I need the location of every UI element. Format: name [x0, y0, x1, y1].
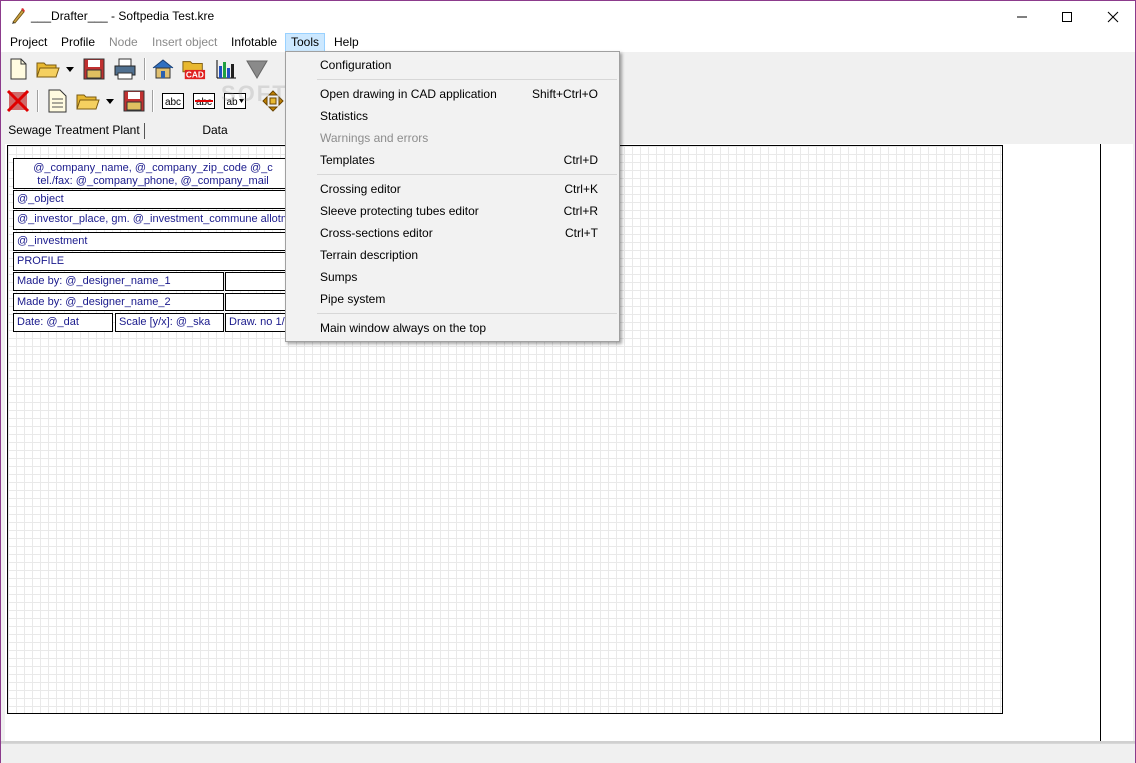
menu-item-cross-sections-editor[interactable]: Cross-sections editor Ctrl+T [287, 222, 618, 244]
title-block-scale[interactable]: Scale [y/x]: @_ska [115, 313, 224, 332]
minimize-icon[interactable] [999, 1, 1045, 32]
open-folder-icon[interactable] [76, 89, 100, 113]
menu-item-shortcut: Ctrl+K [564, 182, 598, 196]
toolbar-separator [152, 90, 154, 112]
title-block-designer-1[interactable]: Made by: @_designer_name_1 [13, 272, 224, 291]
status-bar [1, 743, 1135, 763]
menu-item-label: Warnings and errors [320, 131, 429, 145]
title-block-drawing-number[interactable]: Draw. no 1/ [225, 313, 293, 332]
svg-text:abc: abc [196, 97, 212, 108]
canvas-scroll-edge [1100, 144, 1101, 743]
menu-item-label: Crossing editor [320, 182, 401, 196]
document-icon[interactable] [45, 89, 69, 113]
tab-sewage-treatment-plant[interactable]: Sewage Treatment Plant [5, 121, 143, 140]
home-icon[interactable] [151, 57, 175, 81]
menu-node[interactable]: Node [103, 33, 144, 52]
menu-item-label: Statistics [320, 109, 369, 123]
funnel-icon[interactable] [245, 57, 269, 81]
menu-item-templates[interactable]: Templates Ctrl+D [287, 149, 618, 171]
menu-tools[interactable]: Tools [285, 33, 326, 52]
company-line-1: @_company_name, @_company_zip_code @_c [33, 162, 273, 174]
menu-item-label: Main window always on the top [320, 321, 487, 335]
menu-infotable[interactable]: Infotable [225, 33, 283, 52]
text-abc-strike-icon[interactable]: abc [192, 89, 216, 113]
menu-separator [317, 174, 617, 175]
menu-item-label: Sumps [320, 270, 358, 284]
bar-chart-icon[interactable] [214, 57, 238, 81]
close-icon[interactable] [1090, 1, 1136, 32]
menu-item-shortcut: Ctrl+R [563, 204, 598, 218]
menu-item-label: Pipe system [320, 292, 386, 306]
menu-item-label: Templates [320, 153, 375, 167]
open-folder-icon[interactable] [36, 57, 60, 81]
svg-text:CAD: CAD [186, 69, 204, 79]
menu-item-sumps[interactable]: Sumps [287, 266, 618, 288]
menu-item-label: Configuration [320, 58, 392, 72]
menu-item-label: Terrain description [320, 248, 419, 262]
menu-item-configuration[interactable]: Configuration [287, 54, 618, 76]
menu-item-shortcut: Ctrl+D [563, 153, 598, 167]
title-block-signature-1[interactable] [225, 272, 293, 291]
menu-item-terrain-description[interactable]: Terrain description [287, 244, 618, 266]
title-block-investor[interactable]: @_investor_place, gm. @_investment_commu… [13, 210, 293, 230]
menu-project[interactable]: Project [4, 33, 53, 52]
cad-icon[interactable]: CAD [182, 57, 206, 81]
menu-item-statistics[interactable]: Statistics [287, 105, 618, 127]
menu-separator [317, 79, 617, 80]
toolbar-separator [37, 90, 39, 112]
title-block-object[interactable]: @_object [13, 190, 293, 209]
svg-text:abc: abc [165, 97, 181, 108]
tools-menu: Configuration Open drawing in CAD applic… [285, 51, 620, 342]
save-icon[interactable] [82, 57, 106, 81]
menu-item-warnings-and-errors[interactable]: Warnings and errors [287, 127, 618, 149]
title-bar: ___Drafter___ - Softpedia Test.kre [1, 1, 1135, 32]
title-block-date[interactable]: Date: @_dat [13, 313, 113, 332]
menu-item-sleeve-editor[interactable]: Sleeve protecting tubes editor Ctrl+R [287, 200, 618, 222]
menu-item-shortcut: Ctrl+T [565, 226, 598, 240]
title-block-designer-2[interactable]: Made by: @_designer_name_2 [13, 293, 224, 311]
title-block-profile[interactable]: PROFILE [13, 252, 293, 271]
menu-item-pipe-system[interactable]: Pipe system [287, 288, 618, 310]
title-block-signature-2[interactable] [225, 293, 293, 311]
text-abc-icon[interactable]: abc [161, 89, 185, 113]
dropdown-arrow-icon[interactable] [63, 57, 77, 81]
menu-separator [317, 313, 617, 314]
delete-x-icon[interactable] [6, 89, 30, 113]
menu-item-shortcut: Shift+Ctrl+O [531, 87, 598, 101]
save-icon[interactable] [122, 89, 146, 113]
menu-bar: Project Profile Node Insert object Infot… [1, 32, 1135, 52]
title-block-company[interactable]: @_company_name, @_company_zip_code @_c t… [13, 158, 293, 189]
menu-item-label: Sleeve protecting tubes editor [320, 204, 479, 218]
menu-item-crossing-editor[interactable]: Crossing editor Ctrl+K [287, 178, 618, 200]
menu-item-always-on-top[interactable]: Main window always on the top [287, 317, 618, 339]
maximize-icon[interactable] [1044, 1, 1090, 32]
new-file-icon[interactable] [6, 57, 30, 81]
tab-data[interactable]: Data [171, 121, 259, 140]
menu-item-label: Open drawing in CAD application [320, 87, 497, 101]
dropdown-arrow-icon[interactable] [103, 89, 117, 113]
menu-help[interactable]: Help [328, 33, 365, 52]
window-title: ___Drafter___ - Softpedia Test.kre [31, 9, 215, 23]
menu-insert-object[interactable]: Insert object [146, 33, 223, 52]
app-window: ___Drafter___ - Softpedia Test.kre Proje… [0, 0, 1136, 763]
menu-item-label: Cross-sections editor [320, 226, 433, 240]
tab-divider [144, 123, 145, 139]
pen-icon[interactable] [10, 7, 28, 25]
menu-item-open-in-cad[interactable]: Open drawing in CAD application Shift+Ct… [287, 83, 618, 105]
toolbar-separator [144, 58, 146, 80]
print-icon[interactable] [113, 57, 137, 81]
menu-profile[interactable]: Profile [55, 33, 101, 52]
company-line-2: tel./fax: @_company_phone, @_company_mai… [37, 175, 269, 187]
title-block-investment[interactable]: @_investment [13, 232, 293, 251]
